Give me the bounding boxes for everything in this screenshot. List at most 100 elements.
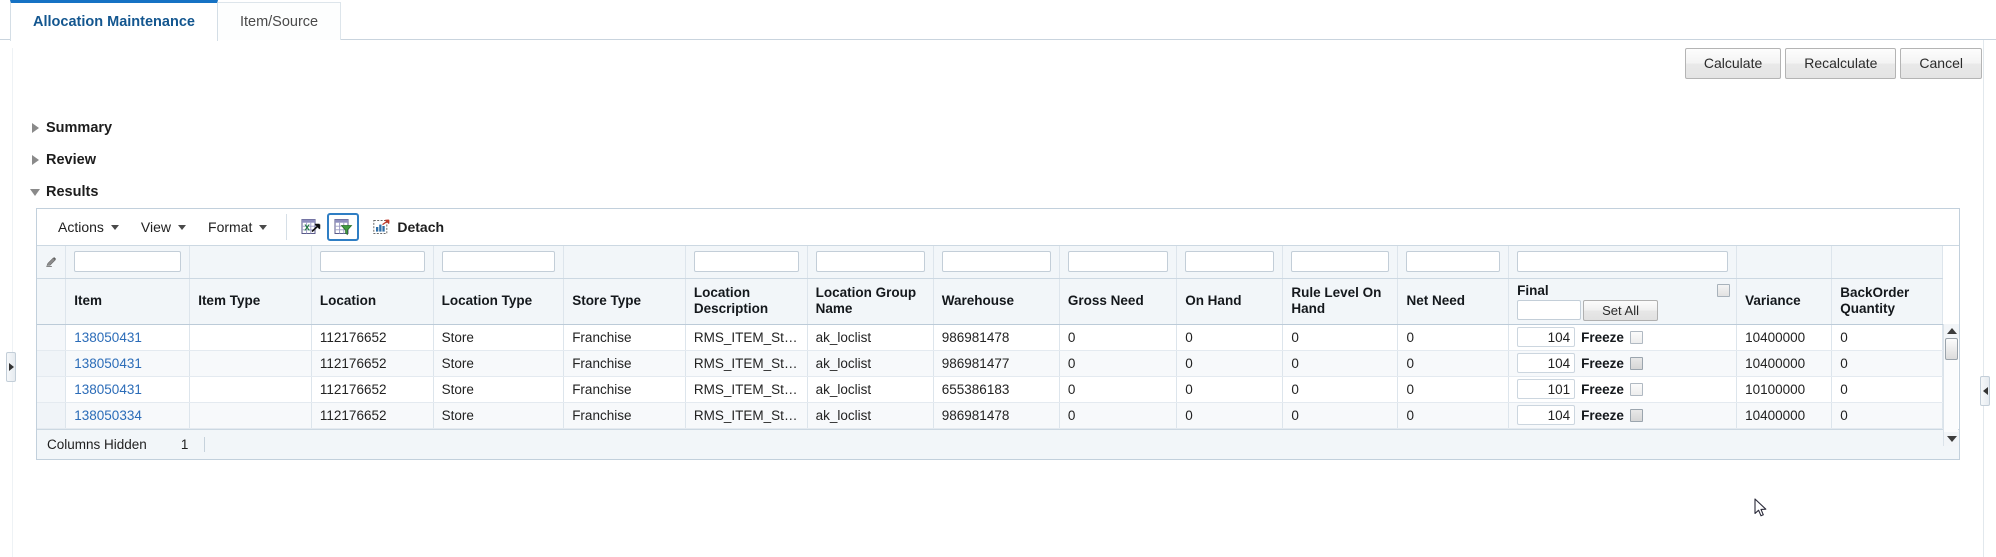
qbe-input-location-description[interactable] xyxy=(693,251,799,273)
final-quantity-input[interactable] xyxy=(1517,379,1576,399)
left-panel-expand-handle[interactable] xyxy=(6,352,16,382)
qbe-input-on-hand[interactable] xyxy=(1185,251,1275,273)
calculate-button[interactable]: Calculate xyxy=(1684,48,1782,80)
scroll-down-arrow-icon[interactable] xyxy=(1944,432,1959,446)
set-all-button[interactable]: Set All xyxy=(1583,299,1658,321)
qbe-cell-location-type xyxy=(433,246,565,279)
column-header-warehouse[interactable]: Warehouse xyxy=(933,277,1060,325)
right-panel-collapse-handle[interactable] xyxy=(1980,376,1990,406)
row-selector[interactable] xyxy=(37,350,67,377)
cell-item[interactable]: 138050431 xyxy=(65,324,191,351)
row-selector[interactable] xyxy=(37,402,67,429)
cell-store-type: Franchise xyxy=(563,350,686,377)
row-selector[interactable] xyxy=(37,376,67,403)
qbe-cell-variance xyxy=(1736,246,1833,279)
freeze-select-all-checkbox[interactable] xyxy=(1717,284,1731,297)
section-header-review[interactable]: Review xyxy=(24,144,1972,176)
cell-location-group-name: ak_loclist xyxy=(807,376,934,403)
qbe-input-item[interactable] xyxy=(74,251,182,273)
set-all-input[interactable] xyxy=(1517,300,1582,320)
actions-menu-button[interactable]: Actions xyxy=(47,214,130,240)
cell-location: 112176652 xyxy=(311,402,434,429)
cell-rule-level-on-hand: 0 xyxy=(1282,402,1399,429)
qbe-input-location[interactable] xyxy=(319,251,425,273)
column-header-variance[interactable]: Variance xyxy=(1736,277,1833,325)
final-quantity-input[interactable] xyxy=(1517,327,1576,347)
table-row[interactable]: 138050431 112176652 Store Franchise RMS_… xyxy=(37,376,1943,403)
final-quantity-input[interactable] xyxy=(1517,353,1576,373)
grid-vertical-scrollbar[interactable] xyxy=(1943,324,1959,446)
detach-button[interactable]: Detach xyxy=(363,215,454,239)
column-header-rule-level-on-hand[interactable]: Rule Level On Hand xyxy=(1282,277,1399,325)
export-to-excel-button[interactable]: X xyxy=(295,213,327,241)
cell-location: 112176652 xyxy=(311,350,434,377)
column-header-gross-need[interactable]: Gross Need xyxy=(1059,277,1178,325)
cell-final: Freeze xyxy=(1508,324,1738,351)
scrollbar-track[interactable] xyxy=(1944,360,1958,432)
column-header-net-need[interactable]: Net Need xyxy=(1397,277,1510,325)
table-row[interactable]: 138050431 112176652 Store Franchise RMS_… xyxy=(37,324,1943,351)
scrollbar-thumb[interactable] xyxy=(1945,338,1958,360)
cell-warehouse: 986981478 xyxy=(933,402,1060,429)
qbe-cell-location-description xyxy=(685,246,808,279)
collapsible-sections: Summary Review Results xyxy=(24,112,1972,208)
column-header-location-description[interactable]: Location Description xyxy=(685,277,808,325)
column-header-on-hand[interactable]: On Hand xyxy=(1176,277,1284,325)
section-header-summary[interactable]: Summary xyxy=(24,112,1972,144)
cell-item[interactable]: 138050431 xyxy=(65,350,191,377)
column-header-item-type[interactable]: Item Type xyxy=(189,277,312,325)
cell-item[interactable]: 138050431 xyxy=(65,376,191,403)
column-header-location-type[interactable]: Location Type xyxy=(433,277,565,325)
cell-location-type: Store xyxy=(433,350,565,377)
qbe-input-rule-level-on-hand[interactable] xyxy=(1291,251,1390,273)
qbe-input-location-type[interactable] xyxy=(441,251,556,273)
results-grid: Item Item Type Location Location Type St… xyxy=(37,246,1959,446)
tab-item-source[interactable]: Item/Source xyxy=(216,2,342,40)
column-header-item[interactable]: Item xyxy=(65,277,191,325)
cell-item-type xyxy=(189,402,312,429)
cell-location-description: RMS_ITEM_Sto... xyxy=(685,376,808,403)
toolbar-separator xyxy=(286,214,288,240)
item-link[interactable]: 138050334 xyxy=(74,408,142,423)
qbe-input-final[interactable] xyxy=(1517,251,1729,273)
cell-store-type: Franchise xyxy=(563,324,686,351)
recalculate-button[interactable]: Recalculate xyxy=(1785,48,1897,80)
column-header-store-type[interactable]: Store Type xyxy=(563,277,686,325)
cancel-button[interactable]: Cancel xyxy=(1900,48,1982,80)
item-link[interactable]: 138050431 xyxy=(74,330,142,345)
chevron-down-icon xyxy=(259,224,268,230)
item-link[interactable]: 138050431 xyxy=(74,356,142,371)
qbe-input-location-group-name[interactable] xyxy=(815,251,925,273)
cell-warehouse: 986981477 xyxy=(933,350,1060,377)
columns-hidden-count: 1 xyxy=(157,436,206,452)
table-row[interactable]: 138050431 112176652 Store Franchise RMS_… xyxy=(37,350,1943,377)
cell-net-need: 0 xyxy=(1397,376,1510,403)
freeze-checkbox[interactable] xyxy=(1629,330,1643,344)
column-header-location[interactable]: Location xyxy=(311,277,434,325)
qbe-input-gross-need[interactable] xyxy=(1067,251,1169,273)
column-header-location-group-name[interactable]: Location Group Name xyxy=(807,277,934,325)
format-menu-button[interactable]: Format xyxy=(197,214,278,240)
freeze-checkbox[interactable] xyxy=(1629,408,1643,422)
qbe-input-warehouse[interactable] xyxy=(941,251,1051,273)
table-row[interactable]: 138050334 112176652 Store Franchise RMS_… xyxy=(37,402,1943,429)
row-selector[interactable] xyxy=(37,324,67,351)
tab-allocation-maintenance[interactable]: Allocation Maintenance xyxy=(10,0,218,41)
scroll-up-arrow-icon[interactable] xyxy=(1944,324,1959,338)
cell-final: Freeze xyxy=(1508,402,1738,429)
freeze-checkbox[interactable] xyxy=(1629,356,1643,370)
column-header-final[interactable]: Final Set All xyxy=(1508,277,1738,325)
column-header-backorder-quantity[interactable]: BackOrder Quantity xyxy=(1831,277,1943,325)
item-link[interactable]: 138050431 xyxy=(74,382,142,397)
cell-item[interactable]: 138050334 xyxy=(65,402,191,429)
cell-rule-level-on-hand: 0 xyxy=(1282,324,1399,351)
freeze-checkbox[interactable] xyxy=(1629,382,1643,396)
section-header-results[interactable]: Results xyxy=(24,176,1972,208)
final-quantity-input[interactable] xyxy=(1517,405,1576,425)
query-by-example-button[interactable] xyxy=(327,213,360,241)
qbe-input-net-need[interactable] xyxy=(1406,251,1501,273)
table-header-row: Item Item Type Location Location Type St… xyxy=(37,277,1943,325)
application-page: Allocation Maintenance Item/Source Calcu… xyxy=(0,0,1996,557)
view-menu-button[interactable]: View xyxy=(130,214,197,240)
qbe-cell-location-group-name xyxy=(807,246,934,279)
